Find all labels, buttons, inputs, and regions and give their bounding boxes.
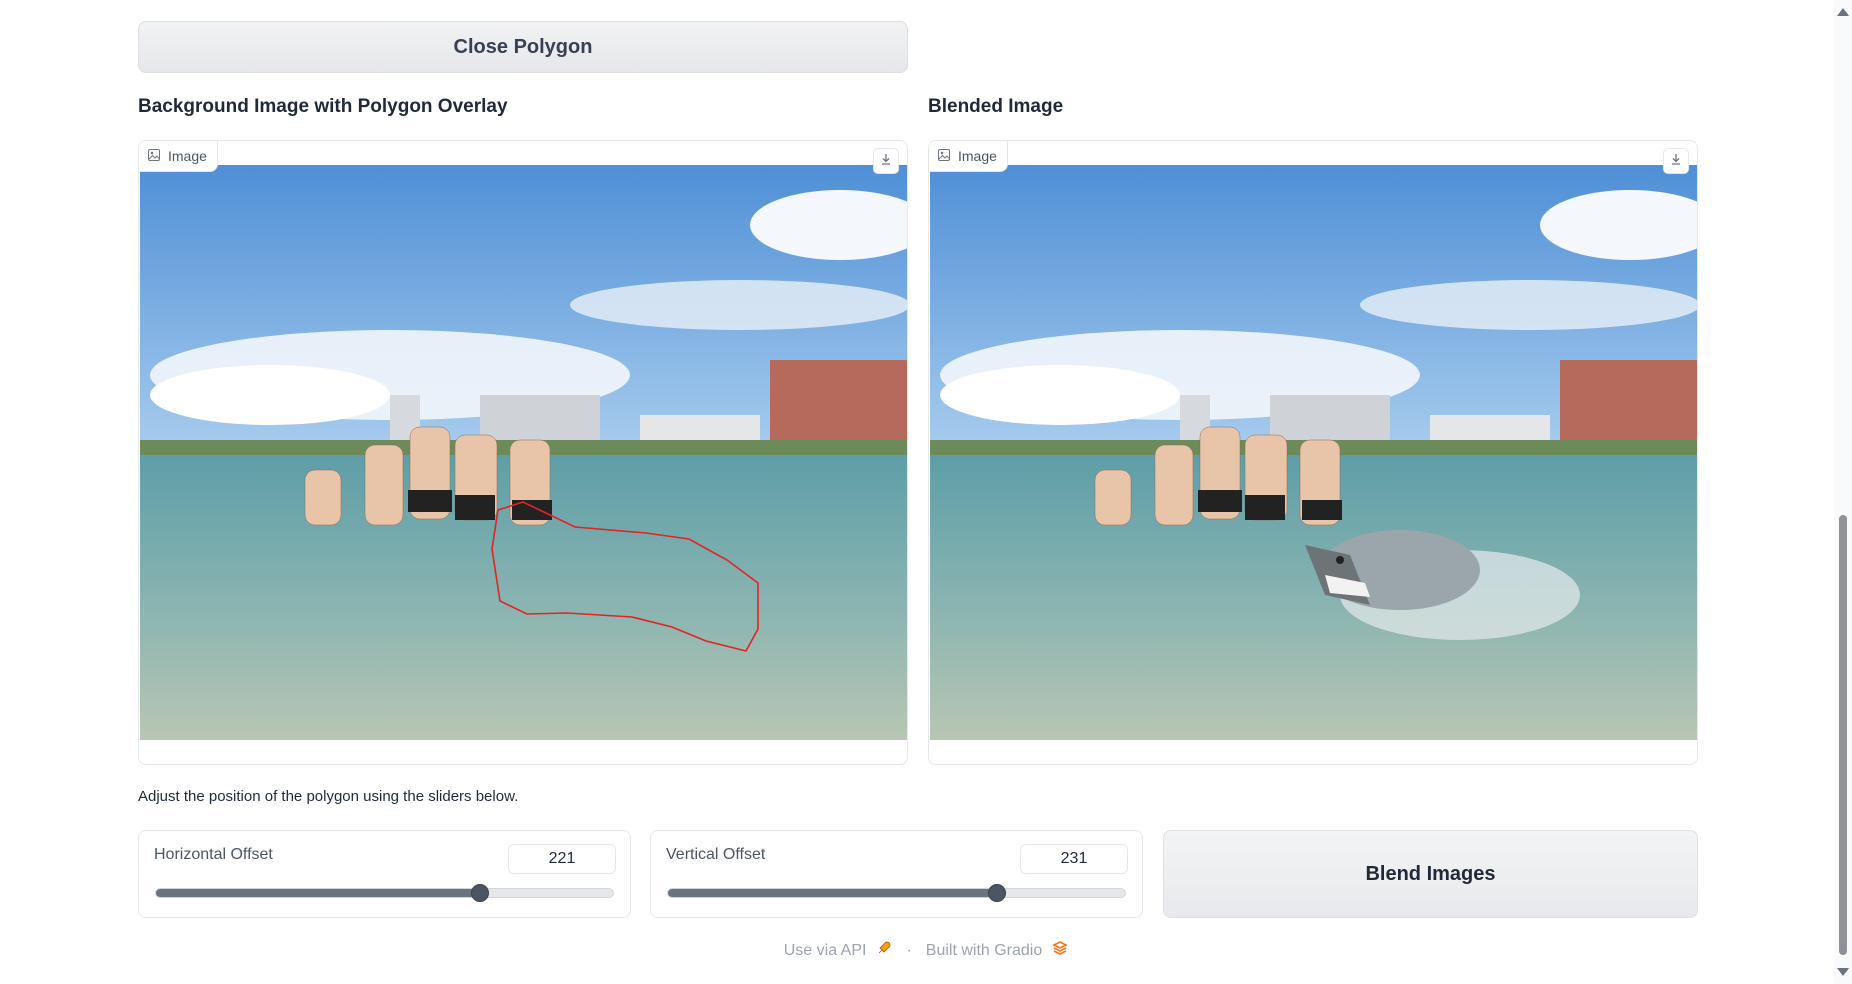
scrollbar-thumb[interactable] <box>1839 515 1847 955</box>
image-tag-label: Image <box>168 148 207 164</box>
horizontal-offset-slider: Horizontal Offset 221 <box>138 830 631 918</box>
scroll-down-arrow-icon[interactable] <box>1837 968 1849 976</box>
horizontal-offset-fill <box>156 889 481 897</box>
vertical-offset-fill <box>668 889 998 897</box>
page-scrollbar[interactable] <box>1834 0 1852 984</box>
built-with-gradio-link[interactable]: Built with Gradio <box>926 942 1043 960</box>
gradio-logo-icon <box>1052 940 1069 961</box>
scroll-up-arrow-icon[interactable] <box>1837 8 1849 16</box>
download-button[interactable] <box>1663 148 1689 174</box>
footer-separator: · <box>906 941 912 959</box>
vertical-offset-input[interactable]: 231 <box>1020 844 1128 874</box>
background-image-panel: Image <box>138 140 908 765</box>
use-via-api-link[interactable]: Use via API <box>784 942 867 960</box>
instruction-text: Adjust the position of the polygon using… <box>138 788 519 805</box>
footer: Use via API · Built with Gradio <box>0 940 1852 961</box>
download-button[interactable] <box>873 148 899 174</box>
image-tag-label: Image <box>958 148 997 164</box>
vertical-offset-label: Vertical Offset <box>666 846 766 863</box>
rocket-icon <box>876 940 892 961</box>
horizontal-offset-input[interactable]: 221 <box>508 844 616 874</box>
image-icon <box>938 148 950 164</box>
image-icon <box>148 148 160 164</box>
horizontal-offset-thumb[interactable] <box>471 884 490 902</box>
close-polygon-button[interactable]: Close Polygon <box>138 21 908 73</box>
image-tag: Image <box>139 141 218 172</box>
vertical-offset-thumb[interactable] <box>988 884 1007 902</box>
blend-images-button[interactable]: Blend Images <box>1163 830 1698 918</box>
download-icon <box>1670 152 1682 170</box>
app-page: Close Polygon Background Image with Poly… <box>0 0 1852 984</box>
blended-photo <box>930 165 1697 740</box>
blended-image-panel: Image <box>928 140 1698 765</box>
vertical-offset-slider: Vertical Offset 231 <box>650 830 1143 918</box>
vertical-offset-track[interactable] <box>667 884 1126 902</box>
horizontal-offset-track[interactable] <box>155 884 614 902</box>
image-tag: Image <box>929 141 1008 172</box>
left-panel-title: Background Image with Polygon Overlay <box>138 96 508 117</box>
right-panel-title: Blended Image <box>928 96 1064 117</box>
download-icon <box>880 152 892 170</box>
beach-photo <box>140 165 907 740</box>
horizontal-offset-label: Horizontal Offset <box>154 846 273 863</box>
